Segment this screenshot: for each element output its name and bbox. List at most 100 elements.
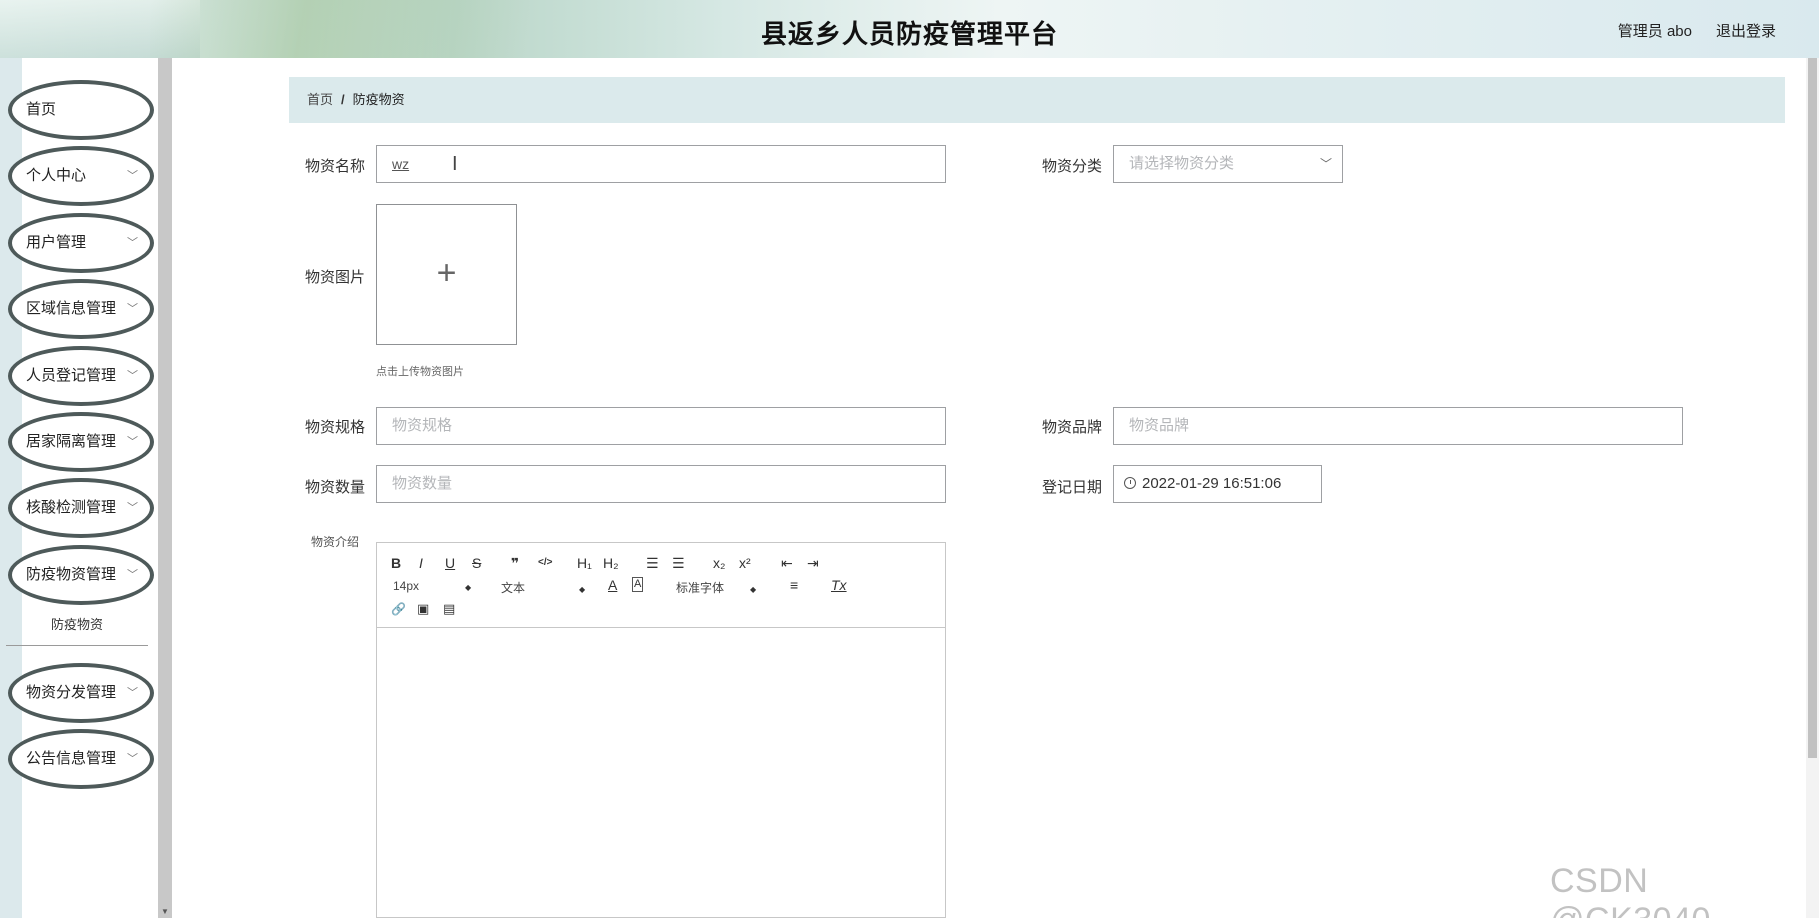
chevron-down-icon: ﹀ [127, 436, 138, 448]
font-color-icon[interactable]: A [608, 577, 617, 593]
sidebar-item-notice-management[interactable]: 公告信息管理 ﹀ [8, 729, 154, 789]
paragraph-select[interactable]: 文本 ◆ [501, 579, 585, 596]
chevron-down-icon: ﹀ [127, 502, 138, 514]
image-icon[interactable]: ▣ [417, 601, 429, 617]
name-value: wz [392, 156, 410, 172]
chevron-down-icon: ﹀ [127, 237, 138, 249]
font-size-value: 14px [393, 579, 420, 593]
header: 县返乡人员防疫管理平台 管理员 abo 退出登录 [0, 0, 1819, 58]
ordered-list-icon[interactable]: ☰ [646, 555, 659, 571]
sidebar-item-label: 防疫物资管理 [26, 566, 117, 583]
sidebar-item-label: 用户管理 [26, 234, 87, 251]
chevron-down-icon: ﹀ [1319, 157, 1332, 171]
link-icon[interactable]: 🔗 [391, 601, 406, 617]
updown-icon: ◆ [750, 585, 757, 594]
updown-icon: ◆ [579, 585, 586, 594]
upload-hint: 点击上传物资图片 [376, 366, 464, 378]
chevron-down-icon: ﹀ [127, 170, 138, 182]
chevron-down-icon: ﹀ [127, 687, 138, 699]
italic-icon[interactable]: I [419, 555, 423, 571]
scrollbar-thumb[interactable] [1808, 58, 1817, 758]
sidebar-subitem-supplies[interactable]: 防疫物资 [6, 606, 148, 646]
underline-icon[interactable]: U [445, 555, 455, 571]
intro-label: 物资介绍 [311, 535, 360, 549]
updown-icon: ◆ [465, 583, 472, 592]
quantity-placeholder: 物资数量 [392, 475, 453, 492]
paragraph-value: 文本 [501, 581, 526, 595]
sidebar-item-label: 公告信息管理 [26, 750, 117, 767]
category-label: 物资分类 [1041, 158, 1102, 175]
logout-link[interactable]: 退出登录 [1716, 20, 1776, 41]
brand-input[interactable]: 物资品牌 [1113, 407, 1683, 445]
strikethrough-icon[interactable]: S [472, 555, 481, 571]
sidebar-item-test-management[interactable]: 核酸检测管理 ﹀ [8, 478, 154, 538]
name-label: 物资名称 [304, 158, 365, 175]
align-icon[interactable]: ≡ [790, 577, 798, 593]
indent-icon[interactable]: ⇥ [807, 555, 819, 571]
superscript-icon[interactable]: x² [739, 555, 751, 571]
brand-label: 物资品牌 [1041, 419, 1102, 436]
sidebar-item-label: 核酸检测管理 [26, 499, 117, 516]
clock-icon [1124, 477, 1136, 489]
date-value: 2022-01-29 16:51:06 [1142, 475, 1282, 492]
image-label: 物资图片 [304, 269, 365, 286]
chevron-down-icon: ﹀ [127, 569, 138, 581]
category-placeholder: 请选择物资分类 [1129, 155, 1235, 172]
sidebar-item-label: 物资分发管理 [26, 684, 117, 701]
sidebar-item-personal-center[interactable]: 个人中心 ﹀ [8, 146, 154, 206]
sidebar-item-quarantine-management[interactable]: 居家隔离管理 ﹀ [8, 412, 154, 472]
background-color-icon[interactable]: A [632, 577, 644, 592]
watermark: CSDN @CK3040 [1550, 862, 1710, 918]
sidebar-item-label: 居家隔离管理 [26, 433, 117, 450]
main-scrollbar[interactable] [1806, 58, 1819, 918]
bold-icon[interactable]: B [391, 555, 401, 571]
sidebar-item-distribution-management[interactable]: 物资分发管理 ﹀ [8, 663, 154, 723]
sidebar-item-supplies-management[interactable]: 防疫物资管理 ﹀ [8, 545, 154, 605]
outdent-icon[interactable]: ⇤ [781, 555, 793, 571]
chevron-down-icon: ﹀ [127, 303, 138, 315]
sidebar-item-area-management[interactable]: 区域信息管理 ﹀ [8, 279, 154, 339]
spec-label: 物资规格 [304, 419, 365, 436]
image-upload[interactable]: + [376, 204, 517, 345]
scroll-down-icon[interactable]: ▼ [161, 907, 169, 916]
breadcrumb-home[interactable]: 首页 [307, 92, 333, 107]
spec-placeholder: 物资规格 [392, 417, 453, 434]
blockquote-icon[interactable]: ❞ [511, 555, 519, 571]
heading2-icon[interactable]: H₂ [603, 555, 619, 571]
sidebar-item-label: 个人中心 [26, 167, 87, 184]
sidebar-item-label: 首页 [26, 101, 57, 118]
font-size-select[interactable]: 14px ◆ [393, 579, 471, 593]
rich-text-editor[interactable]: B I U S ❞ </> H₁ H₂ ☰ ☰ x₂ x² ⇤ ⇥ 14px ◆ … [376, 542, 946, 918]
date-label: 登记日期 [1041, 479, 1102, 496]
brand-placeholder: 物资品牌 [1129, 417, 1190, 434]
sidebar-scrollbar[interactable]: ▼ [158, 58, 172, 918]
subscript-icon[interactable]: x₂ [713, 555, 725, 571]
date-picker[interactable]: 2022-01-29 16:51:06 [1113, 465, 1322, 503]
app-title: 县返乡人员防疫管理平台 [760, 19, 1058, 49]
code-icon[interactable]: </> [538, 555, 552, 571]
quantity-input[interactable]: 物资数量 [376, 465, 946, 503]
chevron-down-icon: ﹀ [127, 753, 138, 765]
heading1-icon[interactable]: H₁ [577, 555, 592, 571]
name-input[interactable]: wz [376, 145, 946, 183]
sidebar-item-registration-management[interactable]: 人员登记管理 ﹀ [8, 346, 154, 406]
video-icon[interactable]: ▤ [443, 601, 455, 617]
sidebar-item-home[interactable]: 首页 [8, 80, 154, 140]
chevron-down-icon: ﹀ [127, 370, 138, 382]
font-family-select[interactable]: 标准字体 ◆ [676, 579, 756, 596]
plus-icon: + [436, 254, 457, 292]
spec-input[interactable]: 物资规格 [376, 407, 946, 445]
bullet-list-icon[interactable]: ☰ [672, 555, 685, 571]
breadcrumb-separator: / [341, 92, 345, 107]
category-select[interactable]: 请选择物资分类 ﹀ [1113, 145, 1343, 183]
sidebar-item-label: 人员登记管理 [26, 367, 117, 384]
font-family-value: 标准字体 [676, 581, 725, 595]
clear-format-icon[interactable]: Tx [831, 577, 847, 593]
quantity-label: 物资数量 [304, 479, 365, 496]
breadcrumb-current: 防疫物资 [352, 92, 405, 107]
sidebar-item-label: 区域信息管理 [26, 300, 117, 317]
sidebar-item-user-management[interactable]: 用户管理 ﹀ [8, 213, 154, 273]
editor-toolbar: B I U S ❞ </> H₁ H₂ ☰ ☰ x₂ x² ⇤ ⇥ 14px ◆ … [377, 543, 945, 628]
breadcrumb: 首页 / 防疫物资 [289, 77, 1785, 123]
text-cursor-icon: Ι [452, 153, 458, 175]
